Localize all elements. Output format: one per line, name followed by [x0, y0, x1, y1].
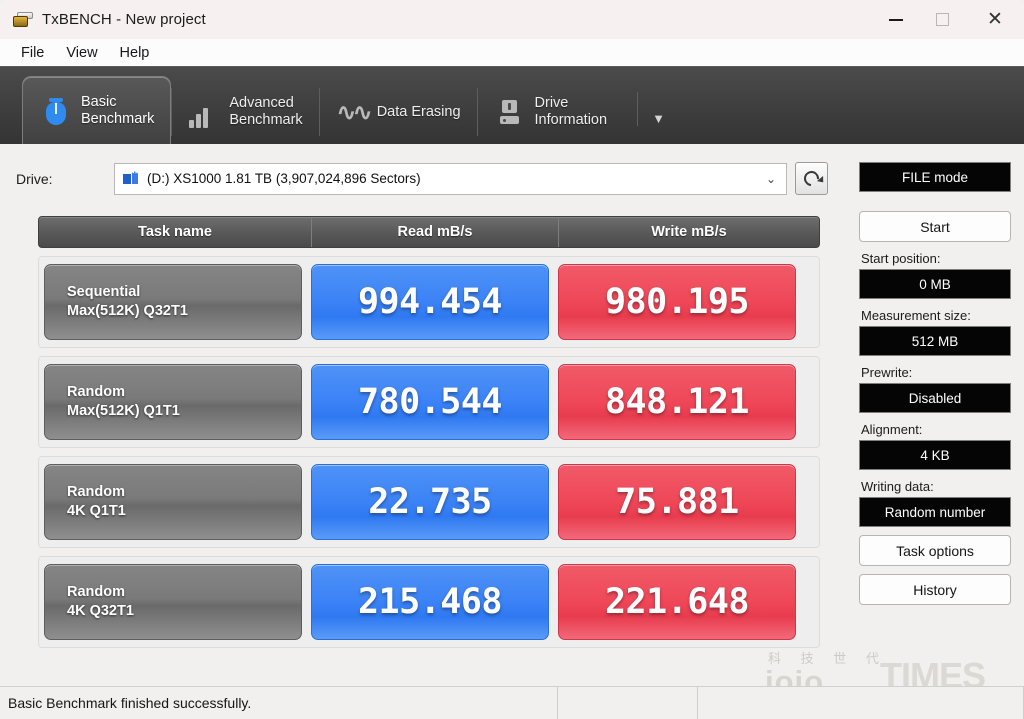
read-value: 215.468 [311, 564, 549, 640]
menu-item-help[interactable]: Help [109, 42, 161, 64]
tab-drive-information-label: Drive Information [534, 95, 608, 128]
task-name-line1: Random [67, 384, 125, 400]
minimize-icon [888, 18, 903, 21]
write-value: 980.195 [558, 264, 796, 340]
table-row: Sequential Max(512K) Q32T1 994.454 980.1… [38, 256, 820, 348]
write-value: 221.648 [558, 564, 796, 640]
task-name-line2: Max(512K) Q1T1 [67, 403, 180, 419]
task-name-line1: Random [67, 484, 125, 500]
maximize-button[interactable] [919, 0, 966, 39]
chevron-down-icon[interactable]: ▼ [637, 92, 665, 126]
menu-item-view[interactable]: View [55, 42, 108, 64]
menu-item-file[interactable]: File [10, 42, 55, 64]
erase-squiggle-icon: ∿∿ [336, 99, 373, 125]
write-value: 75.881 [558, 464, 796, 540]
status-bar: Basic Benchmark finished successfully. [0, 686, 1024, 719]
tab-advanced-benchmark[interactable]: Advanced Benchmark [171, 80, 318, 144]
tab-advanced-benchmark-label: Advanced Benchmark [229, 95, 303, 128]
task-button[interactable]: Sequential Max(512K) Q32T1 [44, 264, 302, 340]
column-header-task-name: Task name [138, 224, 212, 240]
status-segment-2 [558, 686, 698, 719]
start-position-value[interactable]: 0 MB [859, 269, 1011, 299]
start-button[interactable]: Start [859, 211, 1011, 242]
task-name-line1: Sequential [67, 284, 141, 300]
table-row: Random 4K Q1T1 22.735 75.881 [38, 456, 820, 548]
task-name-line2: Max(512K) Q32T1 [67, 303, 188, 319]
txbench-window: TxBENCH - New project ✕ File View Help B… [0, 0, 1024, 719]
drive-icon: ✱ [123, 170, 139, 186]
task-button[interactable]: Random 4K Q32T1 [44, 564, 302, 640]
results-table: Task name Read mB/s Write mB/s Sequentia… [38, 216, 820, 648]
app-icon [12, 11, 34, 29]
tab-bar: Basic Benchmark Advanced Benchmark ∿∿ Da… [0, 66, 1024, 144]
drive-selected-value: (D:) XS1000 1.81 TB (3,907,024,896 Secto… [147, 171, 421, 186]
table-row: Random Max(512K) Q1T1 780.544 848.121 [38, 356, 820, 448]
minimize-button[interactable] [872, 0, 919, 39]
close-icon: ✕ [987, 9, 1003, 30]
drive-selector-row: Drive: ✱ (D:) XS1000 1.81 TB (3,907,024,… [16, 162, 828, 195]
alignment-value[interactable]: 4 KB [859, 440, 1011, 470]
stopwatch-icon [41, 95, 71, 127]
measurement-size-label: Measurement size: [861, 308, 971, 323]
prewrite-label: Prewrite: [861, 365, 913, 380]
read-value: 22.735 [311, 464, 549, 540]
history-button[interactable]: History [859, 574, 1011, 605]
bar-chart-icon [189, 96, 219, 128]
column-header-read: Read mB/s [311, 217, 558, 247]
tab-data-erasing[interactable]: ∿∿ Data Erasing [318, 80, 477, 144]
drive-select[interactable]: ✱ (D:) XS1000 1.81 TB (3,907,024,896 Sec… [114, 162, 787, 195]
task-name-line2: 4K Q1T1 [67, 503, 126, 519]
window-title: TxBENCH - New project [42, 11, 206, 28]
task-button[interactable]: Random 4K Q1T1 [44, 464, 302, 540]
menu-bar: File View Help [0, 39, 1024, 66]
title-bar: TxBENCH - New project ✕ [0, 0, 1024, 39]
maximize-icon [936, 13, 949, 26]
refresh-icon [800, 167, 823, 190]
read-value: 994.454 [311, 264, 549, 340]
writing-data-value[interactable]: Random number [859, 497, 1011, 527]
task-button[interactable]: Random Max(512K) Q1T1 [44, 364, 302, 440]
drive-label: Drive: [16, 170, 53, 187]
measurement-size-value[interactable]: 512 MB [859, 326, 1011, 356]
window-controls: ✕ [872, 0, 1024, 39]
alignment-label: Alignment: [861, 422, 923, 437]
tab-basic-benchmark-label: Basic Benchmark [81, 93, 155, 127]
task-name-line2: 4K Q32T1 [67, 603, 134, 619]
results-header-row: Task name Read mB/s Write mB/s [38, 216, 820, 248]
main-content: Drive: ✱ (D:) XS1000 1.81 TB (3,907,024,… [0, 144, 1024, 686]
file-mode-button[interactable]: FILE mode [859, 162, 1011, 192]
task-name-line1: Random [67, 584, 125, 600]
prewrite-value[interactable]: Disabled [859, 383, 1011, 413]
close-button[interactable]: ✕ [966, 0, 1024, 39]
write-value: 848.121 [558, 364, 796, 440]
writing-data-label: Writing data: [861, 479, 934, 494]
status-segment-3 [698, 686, 1024, 719]
read-value: 780.544 [311, 364, 549, 440]
status-message: Basic Benchmark finished successfully. [0, 686, 558, 719]
tab-basic-benchmark[interactable]: Basic Benchmark [22, 76, 172, 144]
column-header-write: Write mB/s [558, 217, 819, 247]
options-sidebar: FILE mode Start Start position: 0 MB Mea… [859, 162, 1011, 605]
refresh-drives-button[interactable] [795, 162, 828, 195]
tab-drive-information[interactable]: Drive Information [476, 80, 624, 144]
chevron-down-icon: ⌄ [765, 171, 776, 186]
task-options-button[interactable]: Task options [859, 535, 1011, 566]
tab-data-erasing-label: Data Erasing [376, 103, 461, 120]
table-row: Random 4K Q32T1 215.468 221.648 [38, 556, 820, 648]
drive-info-icon [495, 96, 525, 128]
start-position-label: Start position: [861, 251, 941, 266]
